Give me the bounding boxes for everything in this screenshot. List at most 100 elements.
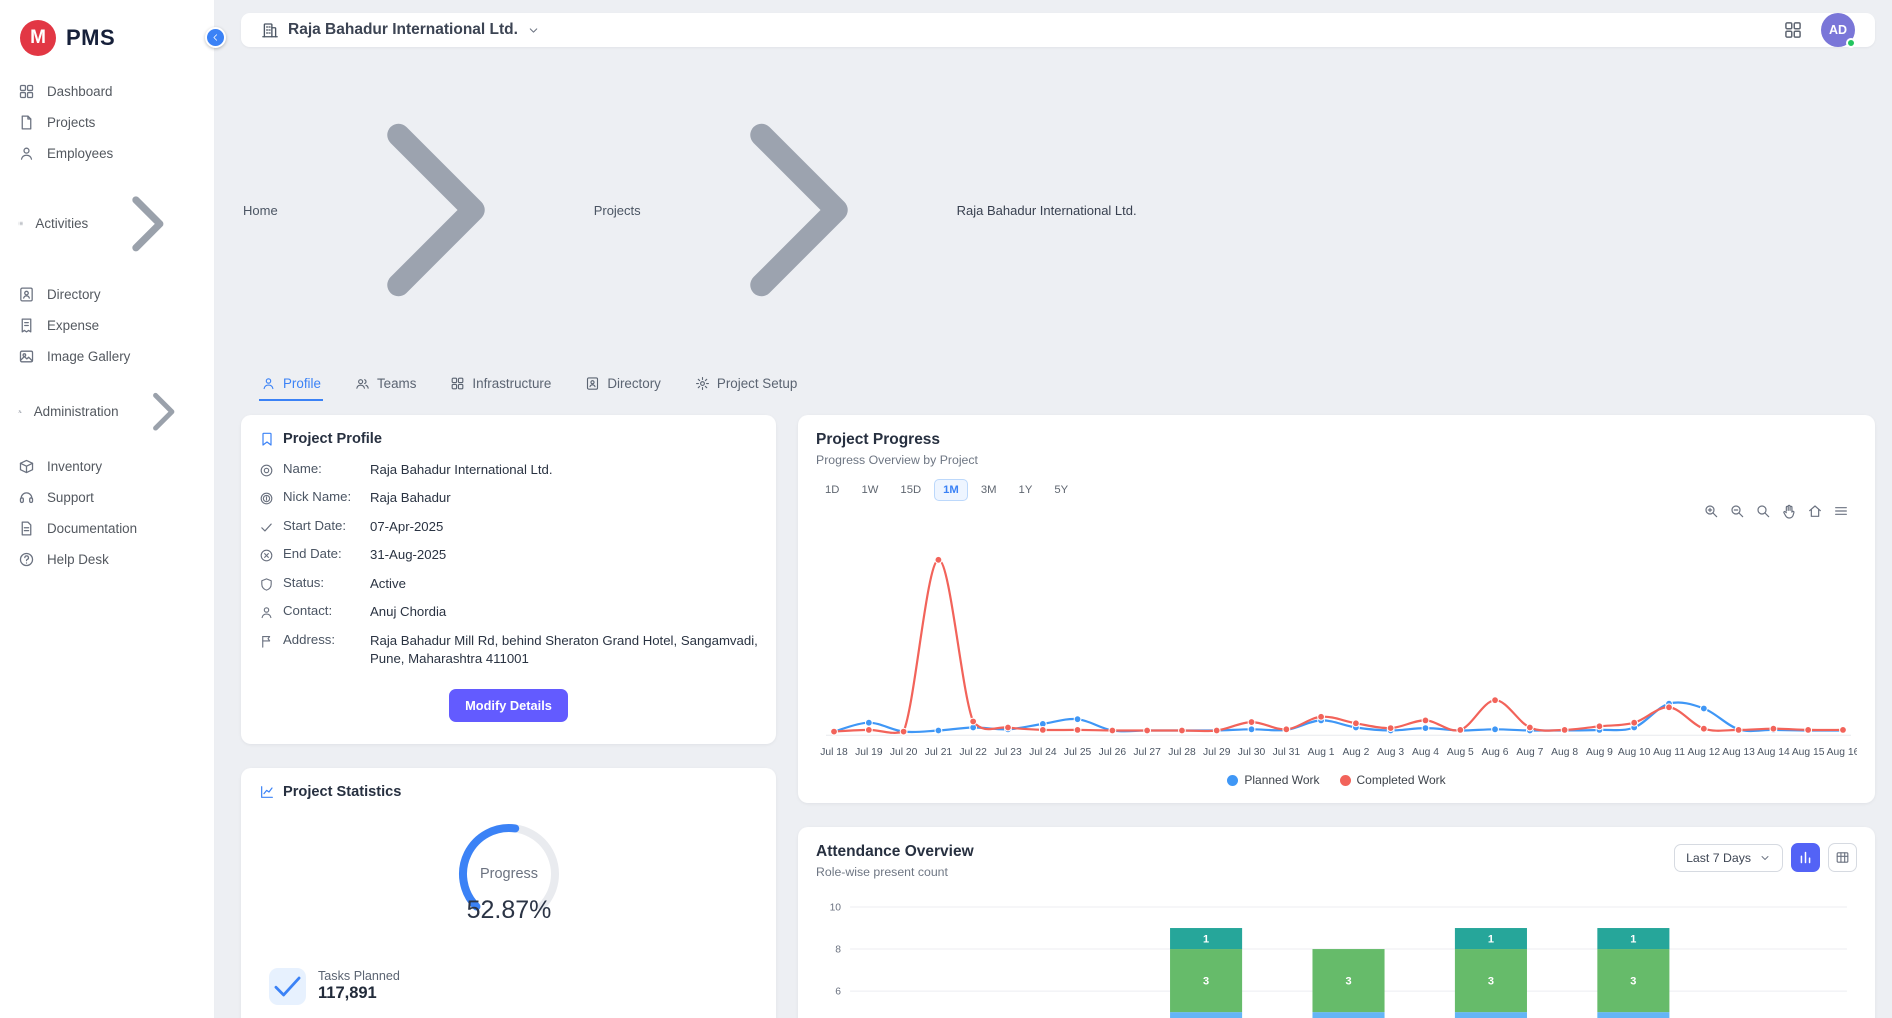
tab-infrastructure[interactable]: Infrastructure xyxy=(448,370,553,401)
chevron-right-icon xyxy=(131,379,196,444)
sidebar-item-support[interactable]: Support xyxy=(0,482,214,513)
table-view-toggle[interactable] xyxy=(1828,843,1857,872)
svg-text:Aug 7: Aug 7 xyxy=(1516,747,1543,758)
home-icon xyxy=(1807,503,1823,519)
sidebar-item-documentation[interactable]: Documentation xyxy=(0,513,214,544)
sidebar-item-image-gallery[interactable]: Image Gallery xyxy=(0,341,214,372)
sidebar-item-dashboard[interactable]: Dashboard xyxy=(0,76,214,107)
company-name: Raja Bahadur International Ltd. xyxy=(288,21,518,39)
breadcrumb: HomeProjectsRaja Bahadur International L… xyxy=(243,60,1873,360)
field-label: End Date: xyxy=(283,546,361,561)
sidebar-item-employees[interactable]: Employees xyxy=(0,138,214,169)
range-button-1y[interactable]: 1Y xyxy=(1010,479,1042,501)
svg-text:Aug 1: Aug 1 xyxy=(1308,747,1335,758)
legend-item-planned-work[interactable]: Planned Work xyxy=(1227,773,1319,787)
menu-icon xyxy=(1833,503,1849,519)
svg-text:Jul 21: Jul 21 xyxy=(925,747,953,758)
zoom-out-icon-button[interactable] xyxy=(1729,503,1745,519)
app-logo[interactable]: M PMS xyxy=(0,14,214,76)
chevron-right-icon xyxy=(286,60,586,360)
field-label: Start Date: xyxy=(283,518,361,533)
sidebar-item-expense[interactable]: Expense xyxy=(0,310,214,341)
fingerprint-icon xyxy=(259,491,274,506)
tab-label: Profile xyxy=(283,376,321,391)
shield-icon xyxy=(259,577,274,592)
sidebar-menu: DashboardProjects Employees ActivitiesDire… xyxy=(0,76,214,575)
project-progress-card: Project Progress Progress Overview by Pr… xyxy=(798,415,1875,803)
sidebar-item-label: Administration xyxy=(34,404,119,419)
legend-label: Completed Work xyxy=(1357,773,1446,787)
range-button-15d[interactable]: 15D xyxy=(891,479,930,501)
legend-item-completed-work[interactable]: Completed Work xyxy=(1340,773,1446,787)
selection-zoom-icon-button[interactable] xyxy=(1755,503,1771,519)
tab-directory[interactable]: Directory xyxy=(583,370,663,401)
support-icon xyxy=(18,489,35,506)
app-root: M PMS DashboardProjectsEmployeesActiviti… xyxy=(0,0,1892,1018)
svg-text:Aug 13: Aug 13 xyxy=(1722,747,1755,758)
zoom-in-icon-button[interactable] xyxy=(1703,503,1719,519)
tab-label: Project Setup xyxy=(717,376,797,391)
dashboard-icon xyxy=(18,83,35,100)
range-button-1w[interactable]: 1W xyxy=(852,479,887,501)
svg-text:Aug 4: Aug 4 xyxy=(1412,747,1439,758)
sidebar-item-directory[interactable]: Directory xyxy=(0,279,214,310)
company-selector[interactable]: Raja Bahadur International Ltd. xyxy=(261,21,540,39)
image-gallery-icon xyxy=(18,348,35,365)
field-label: Address: xyxy=(283,632,361,647)
breadcrumb-separator-icon xyxy=(286,60,586,360)
logo-icon: M xyxy=(20,20,56,56)
sidebar-item-label: Employees xyxy=(47,146,113,161)
range-button-3m[interactable]: 3M xyxy=(972,479,1006,501)
activities-icon xyxy=(18,215,23,232)
profile-field-contact: Contact:Anuj Chordia xyxy=(259,603,758,621)
svg-text:10: 10 xyxy=(830,903,842,914)
svg-text:Aug 16: Aug 16 xyxy=(1827,747,1857,758)
tab-project-setup[interactable]: Project Setup xyxy=(693,370,799,401)
date-range-value: Last 7 Days xyxy=(1686,851,1751,865)
home-icon-button[interactable] xyxy=(1807,503,1823,519)
pan-icon-button[interactable] xyxy=(1781,503,1797,519)
check-icon xyxy=(259,520,274,535)
breadcrumb-item-home[interactable]: Home xyxy=(243,203,278,218)
time-range-selector: 1D1W15D1M3M1Y5Y xyxy=(816,479,1857,501)
expense-icon xyxy=(18,317,35,334)
sidebar-collapse-button[interactable] xyxy=(205,27,226,48)
breadcrumb-item-projects[interactable]: Projects xyxy=(594,203,641,218)
svg-text:Aug 10: Aug 10 xyxy=(1618,747,1651,758)
profile-field-nick-name: Nick Name:Raja Bahadur xyxy=(259,489,758,507)
modify-details-button[interactable]: Modify Details xyxy=(449,689,568,722)
sidebar-item-projects[interactable]: Projects xyxy=(0,107,214,138)
sidebar-item-activities[interactable]: Activities xyxy=(0,169,214,279)
svg-text:Jul 24: Jul 24 xyxy=(1029,747,1057,758)
help-desk-icon xyxy=(18,551,35,568)
attendance-chart[interactable]: 024681011116 August15 August233114 Augus… xyxy=(816,891,1857,1018)
progress-gauge: Progress52.87% xyxy=(423,810,595,944)
tab-teams[interactable]: Teams xyxy=(353,370,418,401)
infrastructure-tab-icon xyxy=(450,376,465,391)
sidebar-item-help-desk[interactable]: Help Desk xyxy=(0,544,214,575)
range-button-1d[interactable]: 1D xyxy=(816,479,848,501)
sidebar-item-label: Help Desk xyxy=(47,552,109,567)
sidebar-item-label: Support xyxy=(47,490,94,505)
bar-view-toggle[interactable] xyxy=(1791,843,1820,872)
field-label: Name: xyxy=(283,461,361,476)
sidebar-item-inventory[interactable]: Inventory xyxy=(0,451,214,482)
tab-profile[interactable]: Profile xyxy=(259,370,323,401)
svg-text:Aug 14: Aug 14 xyxy=(1757,747,1790,758)
project-progress-chart[interactable]: Jul 18Jul 19Jul 20Jul 21Jul 22Jul 23Jul … xyxy=(816,523,1857,769)
apps-grid-button[interactable] xyxy=(1783,20,1803,40)
range-button-5y[interactable]: 5Y xyxy=(1045,479,1077,501)
date-range-select[interactable]: Last 7 Days xyxy=(1674,844,1783,872)
range-button-1m[interactable]: 1M xyxy=(934,479,968,501)
attendance-overview-card: Attendance Overview Role-wise present co… xyxy=(798,827,1875,1018)
sidebar-item-administration[interactable]: Administration xyxy=(0,372,214,451)
main-area: Raja Bahadur International Ltd. AD Home P… xyxy=(215,0,1892,1018)
profile-fields: Name: Raja Bahadur International Ltd. Nick… xyxy=(259,461,758,669)
project-statistics-card: Project Statistics Progress52.87% Tasks … xyxy=(241,768,776,1018)
avatar-initials: AD xyxy=(1829,23,1847,37)
menu-icon-button[interactable] xyxy=(1833,503,1849,519)
directory-icon xyxy=(18,286,35,303)
user-avatar[interactable]: AD xyxy=(1821,13,1855,47)
svg-text:3: 3 xyxy=(1630,976,1636,988)
field-value: Raja Bahadur International Ltd. xyxy=(370,461,758,479)
